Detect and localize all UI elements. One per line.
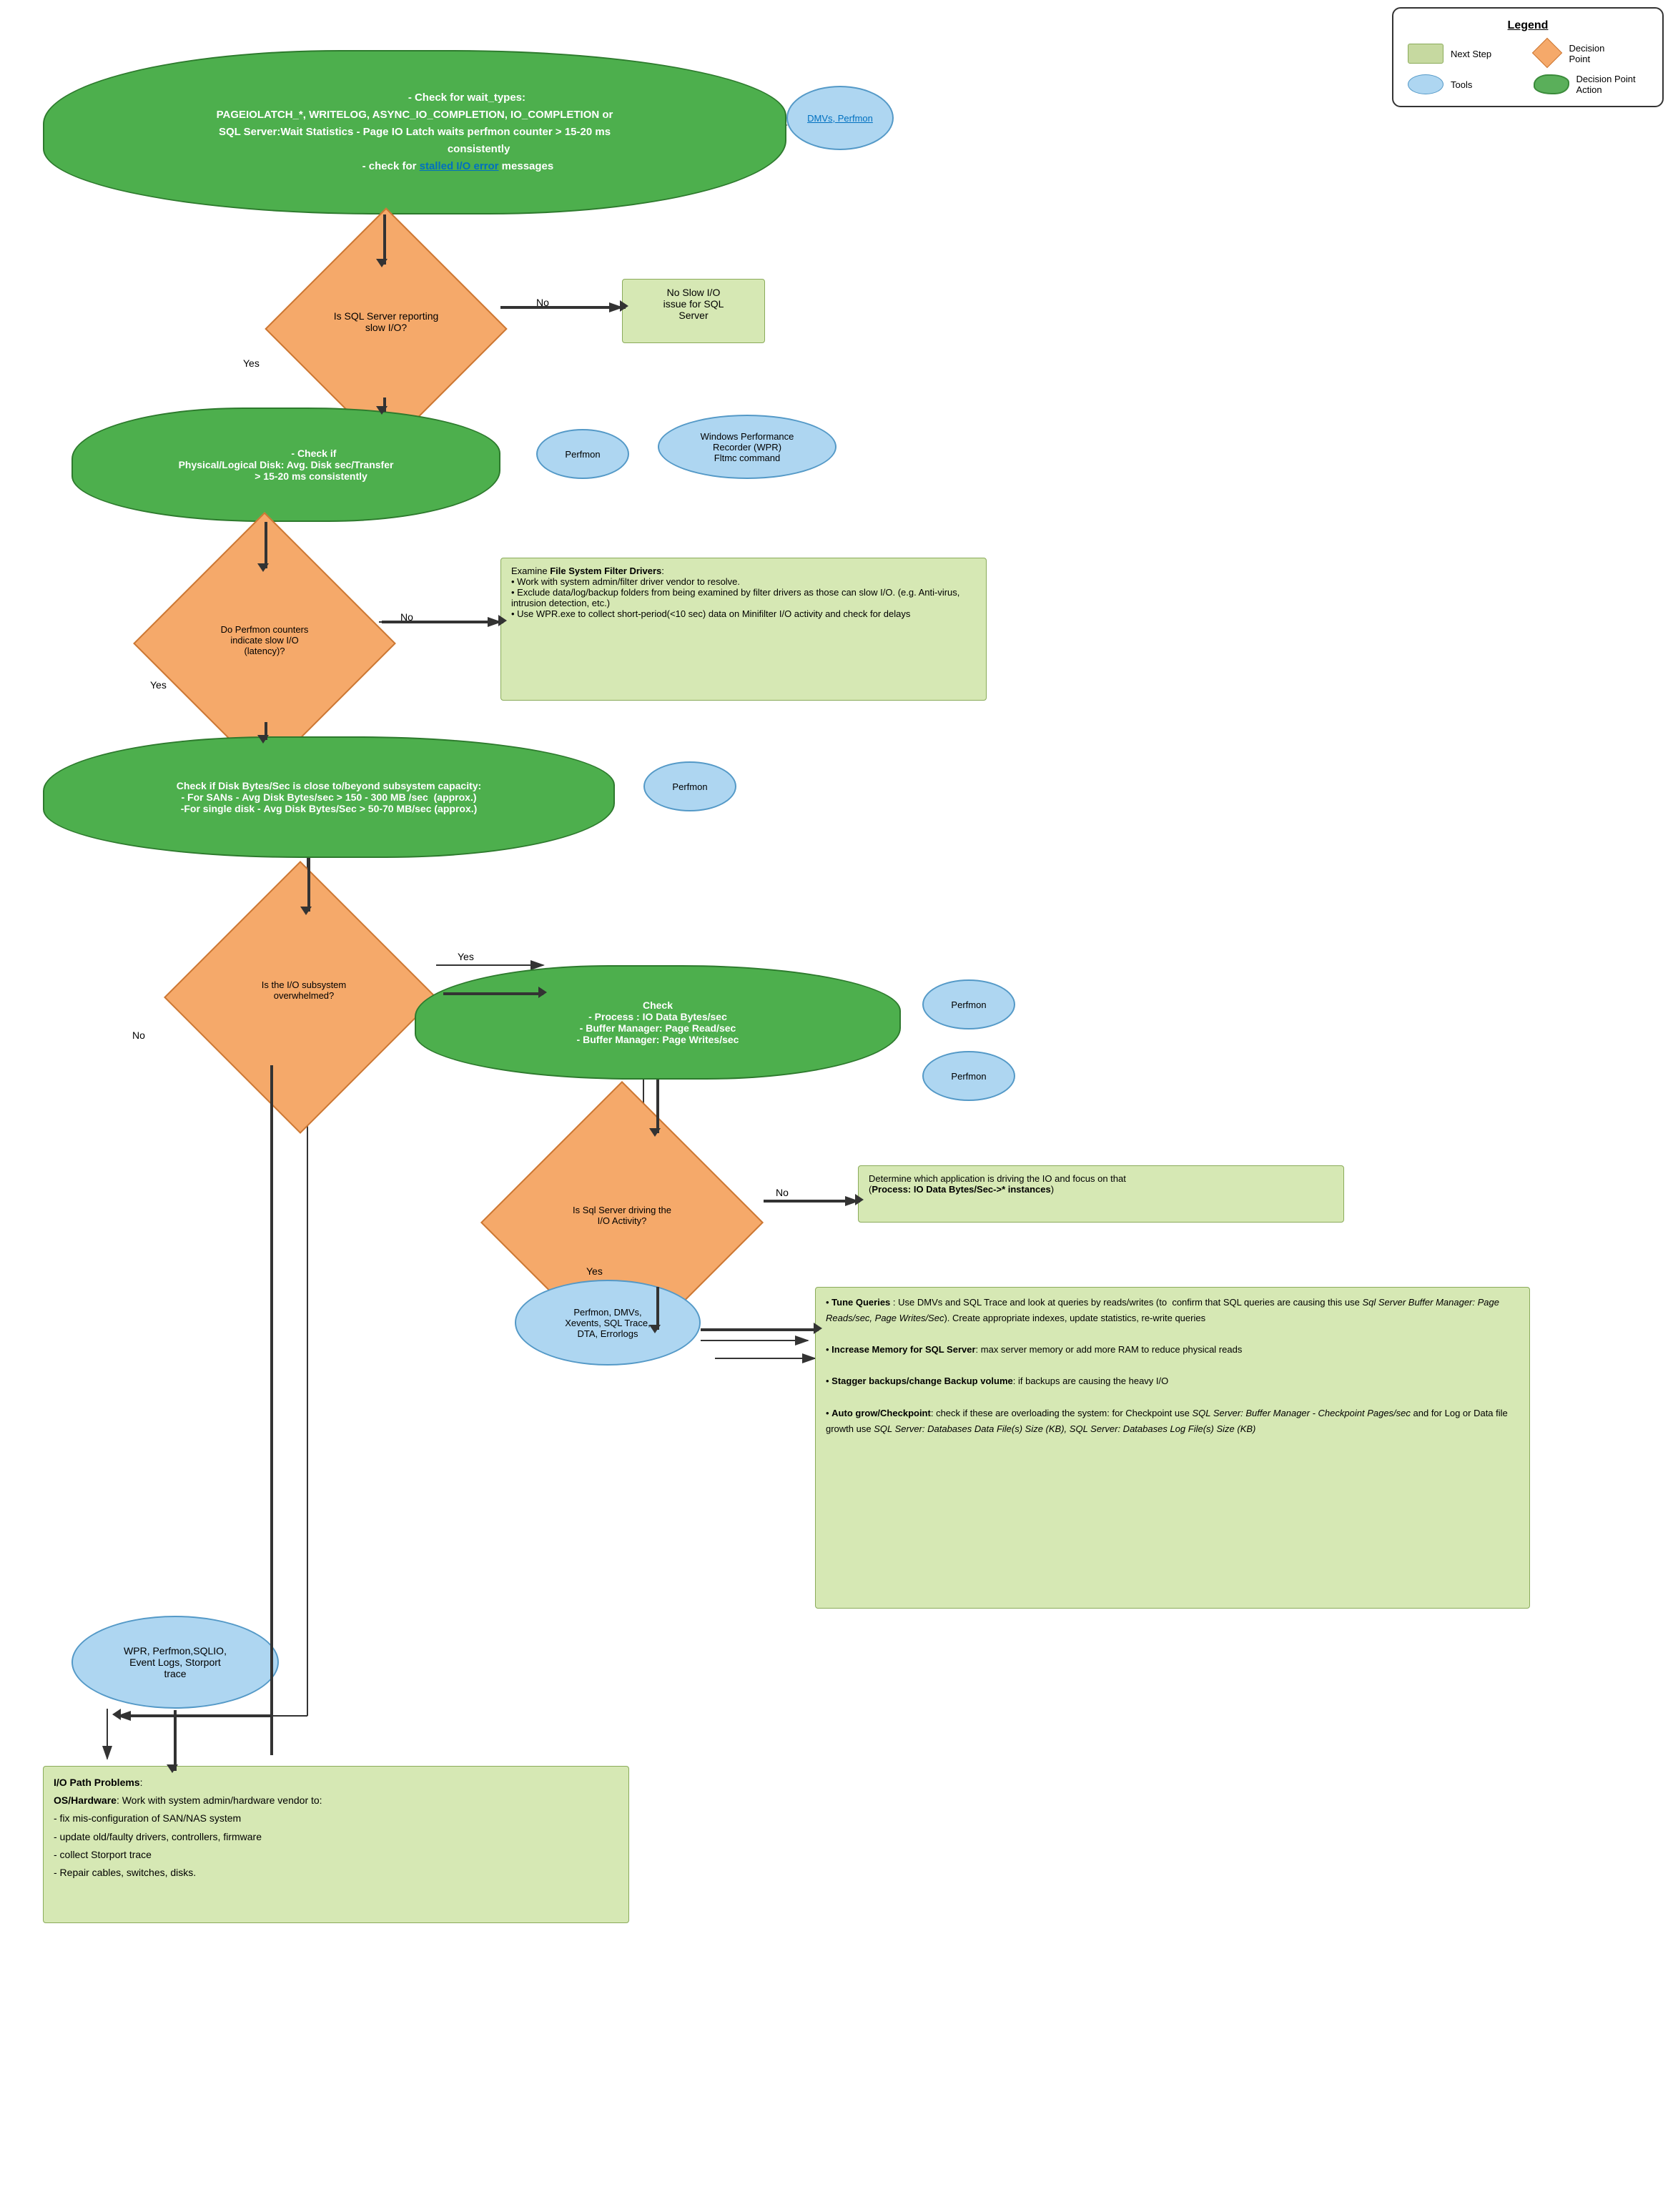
yes-action-text: • Tune Queries : Use DMVs and SQL Trace … [826,1295,1519,1437]
arrowhead-cloud1-decision1 [376,259,388,267]
arrow-cloud3-decision3 [307,858,310,912]
decision1-container: Is SQL Server reportingslow I/O? [265,257,508,400]
decision4-yes-label: Yes [586,1265,603,1277]
decision2-label: Do Perfmon countersindicate slow I/O(lat… [143,586,386,693]
decision3-no-label: No [132,1030,145,1041]
arrowhead-decision4-no [855,1194,864,1205]
legend-nextstep-shape [1408,44,1443,64]
no-slow-io-box: No Slow I/Oissue for SQLServer [622,279,765,343]
page-container: Legend Next Step DecisionPoint Tools Dec… [0,0,1678,2212]
arrow-tool-action [701,1328,819,1331]
arrowhead-decision1-no [620,300,628,312]
legend-decision-shape-container [1534,39,1562,68]
legend-action-label: Decision PointAction [1576,74,1636,95]
arrowhead-decision4-yes [649,1325,661,1333]
tool-perfmon3-label: Perfmon [951,999,986,1010]
decision2-yes-label: Yes [150,679,167,691]
arrowhead-tool-action [814,1323,822,1334]
tool-wpr-label: Windows PerformanceRecorder (WPR)Fltmc c… [701,431,794,463]
cloud-wait-types-text: - Check for wait_types: PAGEIOLATCH_*, W… [217,89,613,175]
tool-dmvs-label: DMVs, Perfmon [807,113,873,124]
legend-item-action: Decision PointAction [1534,74,1649,95]
legend-decision-diamond [1531,38,1561,68]
tool-perfmon2-label: Perfmon [672,781,707,792]
arrowhead-decision3-yes [538,987,547,998]
arrow-cloud1-decision1 [383,214,386,265]
arrowhead-cloud3-decision3 [300,907,312,915]
legend-nextstep-label: Next Step [1451,49,1491,59]
arrow-decision2-no [382,621,503,623]
arrowhead-decision3-no [112,1709,121,1720]
io-path-box: I/O Path Problems: OS/Hardware: Work wit… [43,1766,629,1923]
tool-dmvs-perfmon: DMVs, Perfmon [786,86,894,150]
arrowhead-decision2-cloud3 [257,735,269,744]
legend-items: Next Step DecisionPoint Tools Decision P… [1408,39,1648,95]
cloud-disk-bytes: Check if Disk Bytes/Sec is close to/beyo… [43,736,615,858]
tool-wpr2-label: WPR, Perfmon,SQLIO,Event Logs, Storportt… [124,1645,227,1679]
arrowhead-wpr2-iopath [167,1764,178,1773]
no-filter-text: Examine File System Filter Drivers: • Wo… [511,566,976,619]
legend-decision-label: DecisionPoint [1569,43,1605,64]
tool-perfmon2: Perfmon [643,761,736,811]
arrowhead-cloud4-decision4 [649,1128,661,1137]
tool-perfmon-dmvs: Perfmon, DMVs,Xevents, SQL Trace,DTA, Er… [515,1280,701,1366]
legend-item-decision: DecisionPoint [1534,39,1649,68]
io-path-text: I/O Path Problems: OS/Hardware: Work wit… [54,1774,618,1882]
no-filter-box: Examine File System Filter Drivers: • Wo… [500,558,987,701]
decision4-no-label: No [776,1187,789,1198]
arrowhead-cloud2-decision2 [257,563,269,572]
tool-perfmon4-label: Perfmon [951,1071,986,1082]
cloud-wait-types: - Check for wait_types: PAGEIOLATCH_*, W… [43,50,786,214]
cloud-physical-disk: - Check if Physical/Logical Disk: Avg. D… [71,408,500,522]
legend-item-nextstep: Next Step [1408,44,1523,64]
legend-action-shape [1534,74,1569,94]
legend-tools-label: Tools [1451,79,1472,90]
legend-item-tools: Tools [1408,74,1523,94]
arrow-decision3-yes [443,992,543,995]
decision1-label: Is SQL Server reportingslow I/O? [279,279,493,365]
decision1-yes-label: Yes [243,357,260,369]
cloud-physical-disk-text: - Check if Physical/Logical Disk: Avg. D… [179,448,394,482]
arrow-decision3-no-horizontal [118,1714,272,1717]
legend-tools-shape [1408,74,1443,94]
decision3-yes-label: Yes [458,951,474,962]
arrow-no-iopath [71,1709,143,1766]
legend-box: Legend Next Step DecisionPoint Tools Dec… [1392,7,1664,107]
yes-action-box: • Tune Queries : Use DMVs and SQL Trace … [815,1287,1530,1609]
arrow-decision3-no-bottom [270,1712,273,1755]
tool-perfmon3: Perfmon [922,979,1015,1030]
arrow-wpr2-iopath [174,1710,177,1771]
no-io-app-box: Determine which application is driving t… [858,1165,1344,1223]
tool-wpr2: WPR, Perfmon,SQLIO,Event Logs, Storportt… [71,1616,279,1709]
decision4-label: Is Sql Server driving theI/O Activity? [486,1162,758,1269]
legend-title: Legend [1408,19,1648,32]
tool-perfmon1-label: Perfmon [565,449,600,460]
arrowhead-decision1-cloud2 [376,406,388,415]
arrow-decision1-no [500,306,626,309]
no-slow-io-text: No Slow I/Oissue for SQLServer [663,287,724,321]
decision3-label: Is the I/O subsystemoverwhelmed? [172,937,436,1044]
decision2-container: Do Perfmon countersindicate slow I/O(lat… [143,565,386,722]
tool-perfmon1: Perfmon [536,429,629,479]
tool-perfmon-dmvs-label: Perfmon, DMVs,Xevents, SQL Trace,DTA, Er… [565,1307,650,1339]
arrow-decision4-no [764,1200,860,1203]
cloud-process-io-text: Check - Process : IO Data Bytes/sec - Bu… [577,999,739,1045]
cloud-disk-bytes-text: Check if Disk Bytes/Sec is close to/beyo… [177,780,481,814]
arrow-cloud2-decision2 [265,522,267,568]
decision3-container: Is the I/O subsystemoverwhelmed? [164,908,436,1065]
arrow-decision3-no-vertical [270,1065,273,1716]
arrowhead-decision2-no [498,615,507,626]
arrow-decision4-yes [656,1287,659,1330]
cloud-process-io: Check - Process : IO Data Bytes/sec - Bu… [415,965,901,1080]
decision4-container: Is Sql Server driving theI/O Activity? [486,1130,758,1287]
arrow-cloud4-decision4 [656,1080,659,1133]
no-io-app-text: Determine which application is driving t… [869,1173,1333,1195]
tool-perfmon4: Perfmon [922,1051,1015,1101]
tool-wpr: Windows PerformanceRecorder (WPR)Fltmc c… [658,415,836,479]
